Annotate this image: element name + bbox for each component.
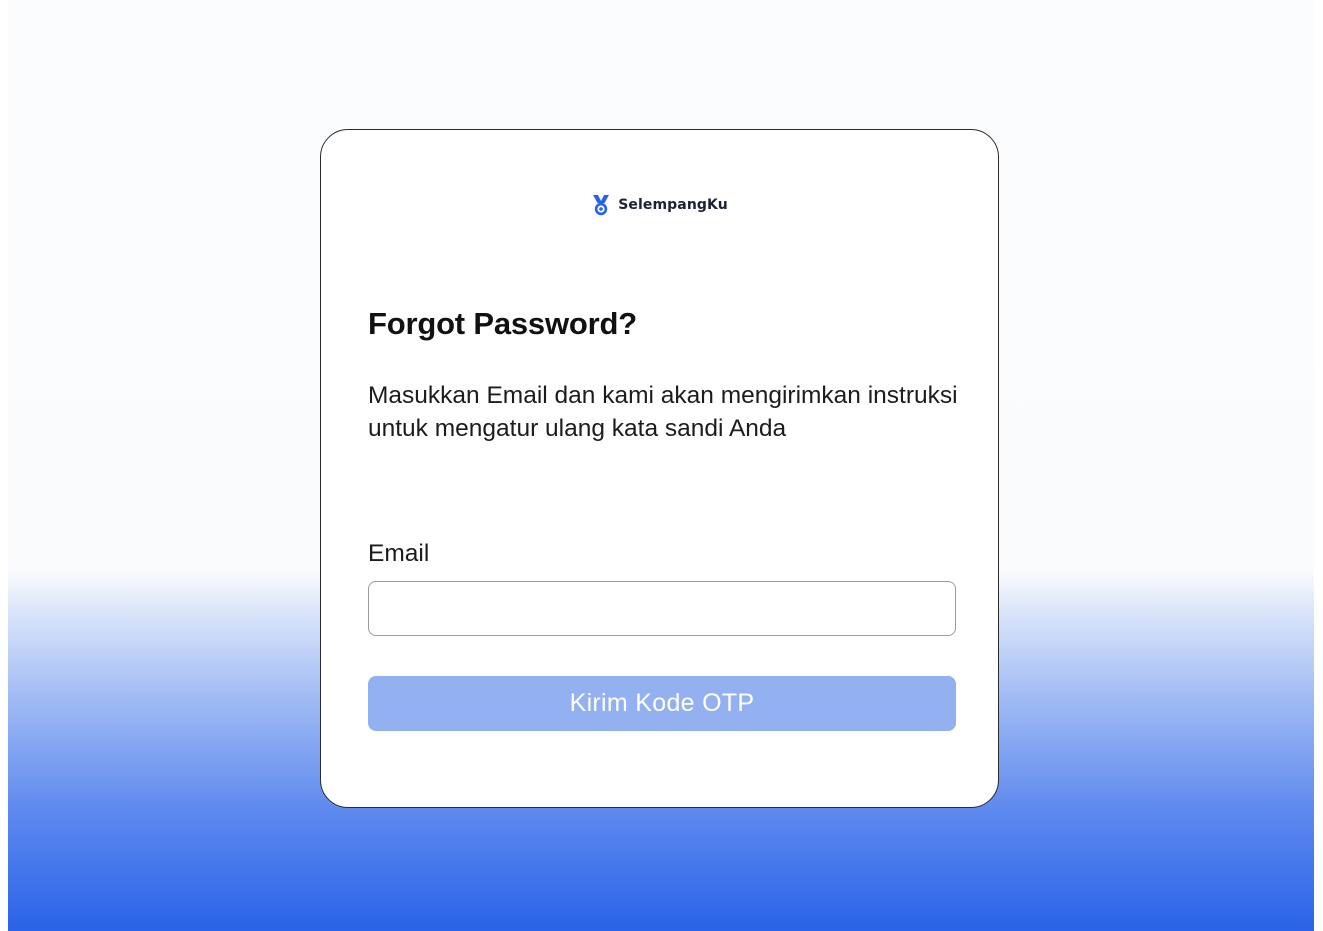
forgot-password-card: SelempangKu Forgot Password? Masukkan Em…	[320, 129, 999, 808]
send-otp-button[interactable]: Kirim Kode OTP	[368, 676, 956, 731]
brand-name: SelempangKu	[618, 197, 728, 213]
email-label: Email	[368, 540, 430, 567]
email-field[interactable]	[368, 581, 956, 636]
page-title: Forgot Password?	[368, 306, 637, 341]
medal-icon	[593, 195, 610, 216]
instruction-text: Masukkan Email dan kami akan mengirimkan…	[368, 382, 958, 442]
brand-logo: SelempangKu	[321, 194, 998, 216]
